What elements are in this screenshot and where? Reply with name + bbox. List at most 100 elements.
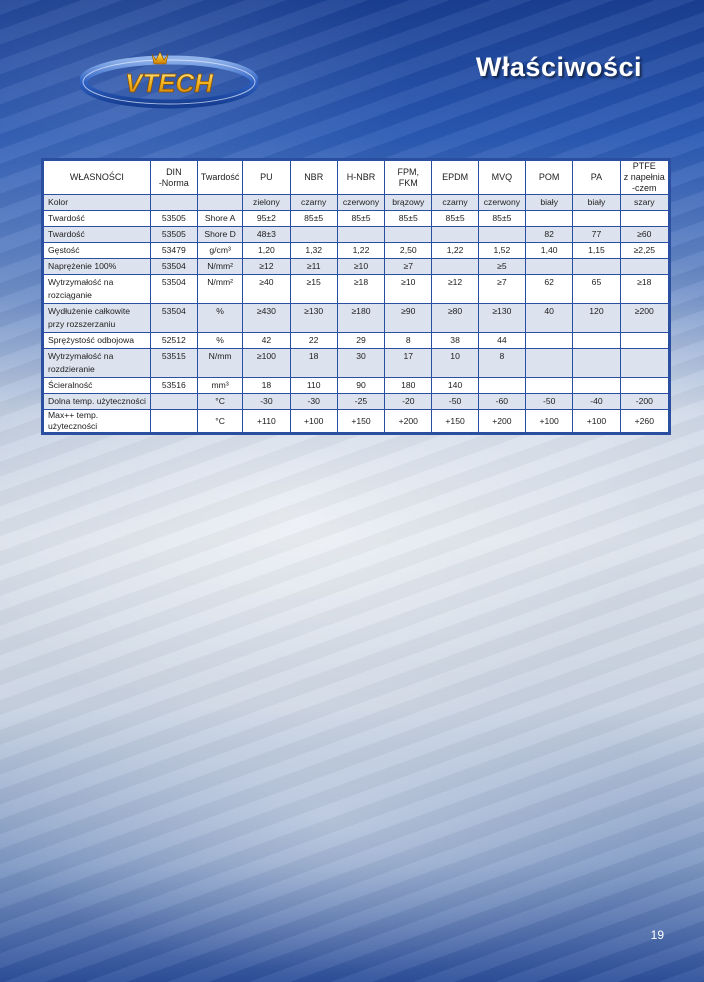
value-cell: 29 [336, 332, 386, 349]
value-cell: ≥60 [619, 226, 670, 243]
value-cell: +110 [242, 409, 291, 433]
value-cell: -200 [619, 393, 670, 410]
value-cell: ≥130 [289, 303, 338, 333]
value-cell: -30 [289, 393, 338, 410]
table-row: Ścieralność 53516 mm³ 18 110 90 180 140 [43, 377, 670, 394]
value-cell [525, 377, 574, 394]
value-cell: ≥130 [477, 303, 527, 333]
header-epdm: EPDM [431, 160, 479, 195]
table-row: Wytrzymałość na rozdzieranie 53515 N/mm ≥10… [43, 348, 670, 378]
table-row: Max++ temp. użyteczności °C +110 +100 +150 +2… [43, 409, 670, 433]
table-row: Sprężystość odbojowa 52512% 42 22 29 8 38 44 [43, 332, 670, 349]
header-pom: POM [525, 160, 574, 195]
value-cell: 1,32 [289, 242, 338, 259]
value-cell: ≥12 [242, 258, 291, 275]
value-cell: -20 [384, 393, 433, 410]
value-cell: 53516 [149, 377, 198, 394]
value-cell: 1,22 [431, 242, 479, 259]
property-name-cell: Wydłużenie całkowite przy rozszerzaniu [43, 303, 151, 333]
value-cell: -50 [525, 393, 574, 410]
value-cell: 53505 [149, 226, 198, 243]
value-cell [525, 348, 574, 378]
value-cell: czerwony [477, 194, 527, 211]
value-cell: 140 [431, 377, 479, 394]
value-cell [525, 210, 574, 227]
value-cell: N/mm² [196, 274, 244, 304]
property-name-cell: Dolna temp. użyteczności [43, 393, 151, 410]
value-cell: biały [572, 194, 621, 211]
value-cell: +100 [289, 409, 338, 433]
value-cell: 48±3 [242, 226, 291, 243]
value-cell: -60 [477, 393, 527, 410]
value-cell: ≥40 [242, 274, 291, 304]
value-cell: -25 [336, 393, 386, 410]
table-row: Twardość 53505 Shore D 48±3 82 77 ≥60 [43, 226, 670, 243]
property-name-cell: Twardość [43, 226, 151, 243]
value-cell: 17 [384, 348, 433, 378]
background-texture [0, 0, 704, 982]
value-cell: N/mm² [196, 258, 244, 275]
value-cell: 53504 [149, 274, 198, 304]
value-cell: biały [525, 194, 574, 211]
value-cell: ≥15 [289, 274, 338, 304]
header-h-nbr: H-NBR [336, 160, 386, 195]
value-cell: 82 [525, 226, 574, 243]
value-cell: 53505 [149, 210, 198, 227]
value-cell [149, 409, 198, 433]
table-row: Kolor zielony czarny czerwony brązowy czarny c… [43, 194, 670, 211]
value-cell: 53504 [149, 258, 198, 275]
value-cell: -40 [572, 393, 621, 410]
svg-text:VTECH: VTECH [125, 68, 214, 98]
header-fpm-fkm: FPM, FKM [384, 160, 433, 195]
value-cell: ≥80 [431, 303, 479, 333]
header-twardosc: Twardość [196, 160, 244, 195]
value-cell [572, 210, 621, 227]
value-cell: ≥12 [431, 274, 479, 304]
header-mvq: MVQ [477, 160, 527, 195]
value-cell: ≥200 [619, 303, 670, 333]
value-cell: 18 [242, 377, 291, 394]
value-cell [477, 226, 527, 243]
value-cell: czerwony [336, 194, 386, 211]
value-cell: 85±5 [384, 210, 433, 227]
header-din-norma: DIN -Norma [149, 160, 198, 195]
value-cell: 53504 [149, 303, 198, 333]
property-name-cell: Kolor [43, 194, 151, 211]
value-cell [431, 258, 479, 275]
value-cell [525, 258, 574, 275]
value-cell [572, 348, 621, 378]
header-pu: PU [242, 160, 291, 195]
value-cell: Shore D [196, 226, 244, 243]
value-cell [619, 348, 670, 378]
properties-table: WŁASNOŚCI DIN -Norma Twardość PU NBR H-N… [41, 158, 671, 435]
value-cell: -50 [431, 393, 479, 410]
value-cell [619, 377, 670, 394]
value-cell: 8 [477, 348, 527, 378]
table-row: Dolna temp. użyteczności °C -30 -30 -25 -20 -5… [43, 393, 670, 410]
value-cell [149, 393, 198, 410]
property-name-cell: Wytrzymałość na rozdzieranie [43, 348, 151, 378]
header-ptfe: PTFE z napełnia -czem [619, 160, 670, 195]
value-cell: 52512 [149, 332, 198, 349]
property-name-cell: Wytrzymałość na rozciąganie [43, 274, 151, 304]
property-name-cell: Naprężenie 100% [43, 258, 151, 275]
value-cell: ≥10 [384, 274, 433, 304]
value-cell: ≥90 [384, 303, 433, 333]
value-cell: zielony [242, 194, 291, 211]
value-cell: Shore A [196, 210, 244, 227]
value-cell: 65 [572, 274, 621, 304]
value-cell: % [196, 303, 244, 333]
value-cell: 53479 [149, 242, 198, 259]
value-cell: 77 [572, 226, 621, 243]
value-cell: 120 [572, 303, 621, 333]
value-cell: 18 [289, 348, 338, 378]
value-cell: 1,15 [572, 242, 621, 259]
page-title: Właściwości [475, 52, 642, 82]
value-cell: czarny [431, 194, 479, 211]
property-name-cell: Max++ temp. użyteczności [43, 409, 151, 433]
property-name-cell: Ścieralność [43, 377, 151, 394]
value-cell: +260 [619, 409, 670, 433]
value-cell: 90 [336, 377, 386, 394]
value-cell: 40 [525, 303, 574, 333]
value-cell: ≥11 [289, 258, 338, 275]
